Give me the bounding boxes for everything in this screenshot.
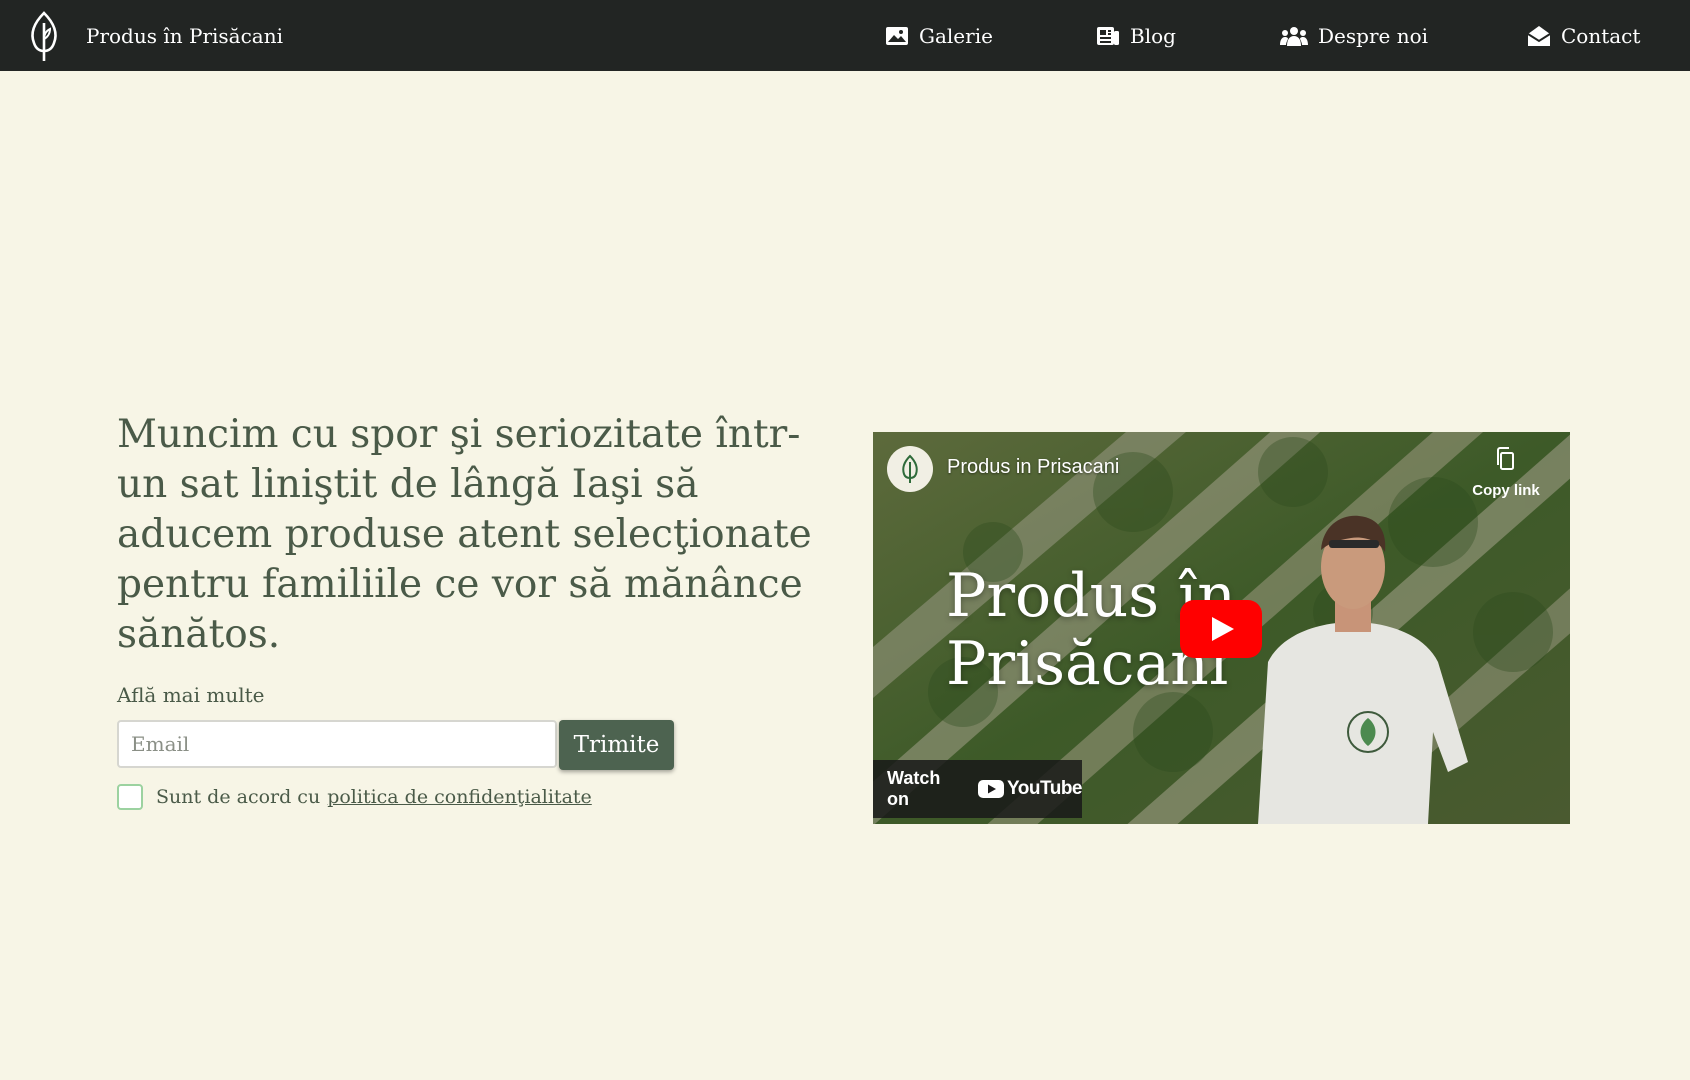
youtube-icon xyxy=(978,780,1005,798)
people-icon xyxy=(1280,26,1308,46)
youtube-logo: YouTube xyxy=(978,778,1082,800)
navbar: Produs în Prisăcani Galerie Blog Despre … xyxy=(0,0,1690,71)
nav-item-label: Despre noi xyxy=(1318,23,1429,48)
copy-link-button[interactable]: Copy link xyxy=(1466,446,1546,499)
watch-on-youtube-button[interactable]: Watch on YouTube xyxy=(873,760,1082,818)
nav-item-despre-noi[interactable]: Despre noi xyxy=(1280,0,1428,71)
leaf-logo-icon xyxy=(31,11,57,61)
nav-item-label: Galerie xyxy=(919,23,993,48)
leaf-logo-icon xyxy=(902,454,918,483)
hero-headline: Muncim cu spor şi seriozitate într-un sa… xyxy=(117,412,812,657)
nav-item-blog[interactable]: Blog xyxy=(1096,0,1176,71)
nav-item-label: Contact xyxy=(1561,23,1641,48)
brand-link[interactable]: Produs în Prisăcani xyxy=(26,6,283,66)
nav-item-galerie[interactable]: Galerie xyxy=(885,0,993,71)
consent-text: Sunt de acord cu xyxy=(156,786,321,808)
envelope-open-icon xyxy=(1527,25,1551,46)
channel-avatar[interactable] xyxy=(887,446,933,492)
nav-item-label: Blog xyxy=(1130,23,1176,48)
consent-row: Sunt de acord cu politica de confidenţia… xyxy=(117,784,592,810)
copy-icon xyxy=(1497,447,1514,470)
play-button-icon[interactable] xyxy=(1180,600,1262,658)
watch-on-label: Watch on xyxy=(887,768,941,809)
learn-more-label: Află mai multe xyxy=(117,683,265,707)
image-icon xyxy=(886,26,908,45)
consent-checkbox[interactable] xyxy=(117,784,143,810)
submit-button[interactable]: Trimite xyxy=(559,720,674,770)
privacy-policy-link[interactable]: politica de confidenţialitate xyxy=(327,786,592,808)
copy-link-label: Copy link xyxy=(1472,482,1540,499)
youtube-wordmark: YouTube xyxy=(1007,778,1082,799)
nav-item-contact[interactable]: Contact xyxy=(1527,0,1640,71)
email-input[interactable] xyxy=(117,720,557,768)
channel-name[interactable]: Produs in Prisacani xyxy=(947,456,1119,479)
brand-name: Produs în Prisăcani xyxy=(86,24,284,48)
newspaper-icon xyxy=(1097,26,1119,45)
youtube-video-embed[interactable]: Produs in Prisacani Copy link Produs în … xyxy=(873,432,1570,824)
